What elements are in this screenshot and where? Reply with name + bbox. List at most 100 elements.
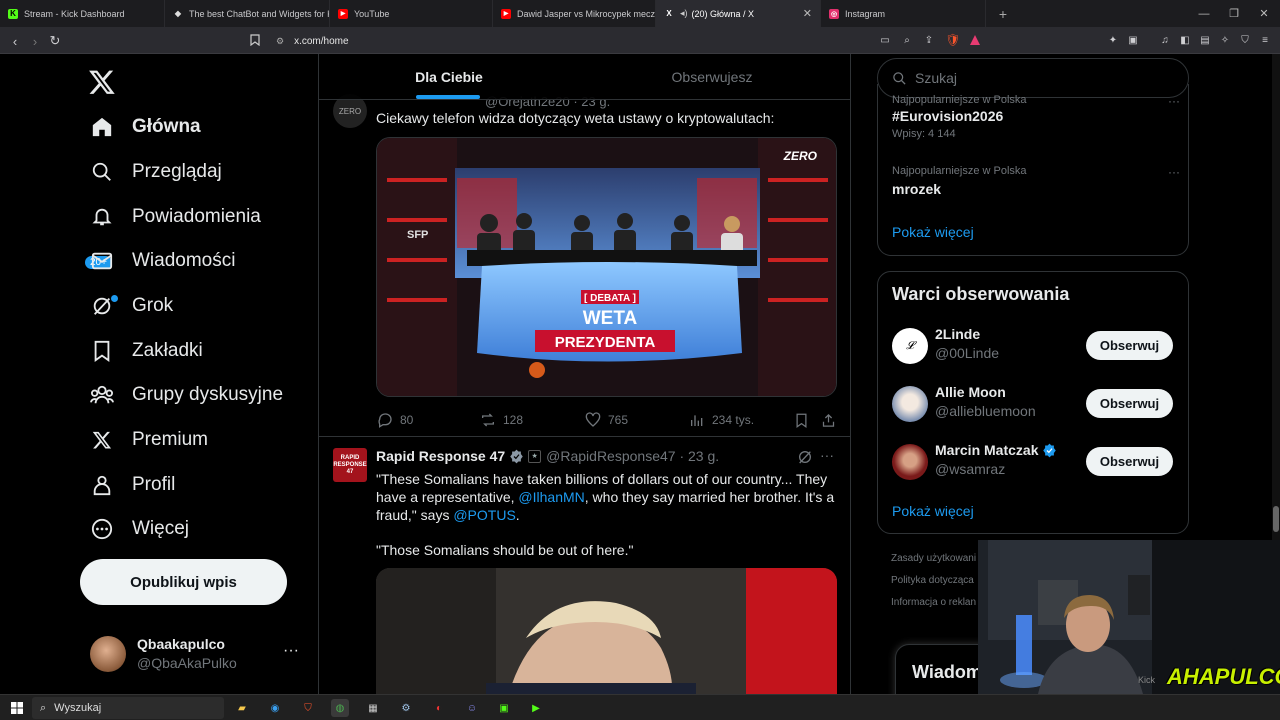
extensions-icon[interactable]: ✦: [1106, 33, 1120, 47]
chrome-icon[interactable]: ◍: [331, 699, 349, 717]
scrollbar-thumb[interactable]: [1273, 506, 1279, 532]
browser-tab[interactable]: ▶ YouTube: [330, 0, 493, 27]
menu-icon[interactable]: ≡: [1258, 33, 1272, 47]
author-handle: @RapidResponse47 · 23 g.: [546, 448, 720, 464]
restore-icon[interactable]: ❐: [1218, 0, 1250, 27]
more-icon[interactable]: ···: [820, 447, 834, 463]
tweet-media[interactable]: [ DEBATA ] WETA PREZYDENTA ZERO SFP: [376, 137, 837, 397]
brave-shield-icon[interactable]: 🛡: [945, 33, 960, 47]
nav-communities[interactable]: Grupy dyskusyjne: [90, 380, 283, 410]
instagram-icon: ◎: [829, 8, 839, 19]
browser-tab-active[interactable]: X ◂) (20) Główna / X ✕: [656, 0, 821, 27]
browser-tab[interactable]: K Stream - Kick Dashboard: [0, 0, 165, 27]
post-button[interactable]: Opublikuj wpis: [80, 559, 287, 605]
show-more-link[interactable]: Pokaż więcej: [892, 503, 974, 519]
nav-home[interactable]: Główna: [90, 112, 201, 142]
mention-link[interactable]: @POTUS: [453, 507, 515, 523]
author-name[interactable]: Rapid Response 47: [376, 448, 505, 464]
views-button[interactable]: 234 tys.: [688, 411, 754, 429]
video-still-image: [376, 568, 837, 694]
more-icon[interactable]: ···: [1168, 165, 1180, 179]
vpn-icon[interactable]: ⛉: [1238, 33, 1252, 47]
leo-ai-icon[interactable]: ✧: [1218, 33, 1232, 47]
brave-rewards-icon[interactable]: [968, 33, 982, 47]
windows-start-icon[interactable]: [8, 699, 26, 717]
tweet[interactable]: ZERO @Orejath2e20 · 23 g. Ciekawy telefo…: [319, 84, 850, 437]
grok-new-dot: [111, 295, 118, 302]
footer-link[interactable]: Polityka dotycząca: [891, 575, 974, 586]
nav-explore[interactable]: Przeglądaj: [90, 157, 222, 187]
tab-for-you[interactable]: Dla Ciebie: [319, 54, 579, 100]
discord-icon[interactable]: ☺: [463, 699, 481, 717]
browser-tab[interactable]: ◎ Instagram: [821, 0, 986, 27]
nav-notifications[interactable]: Powiadomienia: [90, 202, 261, 232]
share-button[interactable]: [819, 411, 843, 429]
trend-item[interactable]: Najpopularniejsze w Polska #Eurovision20…: [892, 94, 1180, 154]
minimize-icon[interactable]: —: [1188, 0, 1220, 27]
like-button[interactable]: 765: [584, 411, 628, 429]
kick-app-icon[interactable]: ▣: [495, 699, 513, 717]
account-switcher[interactable]: Qbaakapulco @QbaAkaPulko ···: [90, 634, 305, 674]
share-icon[interactable]: ⇪: [922, 33, 936, 47]
obs-icon[interactable]: ◐: [430, 699, 448, 717]
reload-icon[interactable]: ↻: [45, 31, 65, 51]
nav-bookmarks[interactable]: Zakładki: [90, 336, 203, 366]
x-logo-icon[interactable]: [88, 68, 118, 98]
tab-following[interactable]: Obserwujesz: [582, 54, 842, 100]
follow-suggestion[interactable]: Marcin Matczak @wsamraz Obserwuj: [878, 438, 1188, 486]
kick-studio-icon[interactable]: ▶: [527, 699, 545, 717]
new-tab-button[interactable]: +: [992, 0, 1014, 27]
footer-link[interactable]: Informacja o reklan: [891, 597, 976, 608]
suggestion-name-row: Marcin Matczak: [935, 442, 1057, 458]
timeline: Dla Ciebie Obserwujesz ZERO @Orejath2e20…: [318, 54, 851, 694]
browser-tab[interactable]: ▶ Dawid Jasper vs Mikrocypek mecz o: [493, 0, 656, 27]
nav-profile[interactable]: Profil: [90, 470, 175, 500]
avatar[interactable]: RAPID RESPONSE 47: [333, 448, 367, 482]
kick-small-text: Kick: [1138, 675, 1156, 685]
follow-button[interactable]: Obserwuj: [1086, 447, 1173, 476]
nav-premium[interactable]: Premium: [90, 425, 208, 455]
panel-title: Warci obserwowania: [892, 284, 1070, 304]
forward-icon[interactable]: ›: [25, 31, 45, 51]
sidebar-icon[interactable]: ◧: [1178, 33, 1192, 47]
views-icon: [688, 411, 706, 429]
back-icon[interactable]: ‹: [5, 31, 25, 51]
nav-messages[interactable]: Wiadomości: [90, 246, 235, 276]
browser-tab[interactable]: ◆ The best ChatBot and Widgets for Ki: [165, 0, 330, 27]
footer-link[interactable]: Zasady użytkowani: [891, 553, 976, 564]
bookmark-page-icon[interactable]: [248, 33, 262, 47]
app-icon[interactable]: ▦: [364, 699, 382, 717]
cast-icon[interactable]: ▭: [878, 33, 892, 47]
grok-icon[interactable]: [797, 449, 813, 470]
mention-link[interactable]: @IlhanMN: [518, 489, 584, 505]
tweet-media[interactable]: [376, 568, 837, 694]
repost-button[interactable]: 128: [479, 411, 523, 429]
edge-icon[interactable]: ◉: [266, 699, 284, 717]
music-icon[interactable]: ♫: [1158, 33, 1172, 47]
reply-icon: [376, 411, 394, 429]
file-explorer-icon[interactable]: ▰: [233, 699, 251, 717]
tweet-text: "These Somalians have taken billions of …: [376, 471, 835, 523]
tweet[interactable]: RAPID RESPONSE 47 Rapid Response 47 ★ @R…: [319, 437, 850, 694]
zoom-icon[interactable]: ⌕: [900, 33, 914, 47]
more-icon[interactable]: ···: [1168, 94, 1180, 108]
wallet-icon[interactable]: ▣: [1126, 33, 1140, 47]
taskbar-search[interactable]: ⌕ Wyszukaj: [32, 697, 224, 719]
steam-icon[interactable]: ⚙: [397, 699, 415, 717]
close-icon[interactable]: ✕: [803, 7, 812, 20]
repost-icon: [479, 411, 497, 429]
brave-icon[interactable]: ⛉: [299, 699, 317, 717]
wallet-2-icon[interactable]: ▤: [1198, 33, 1212, 47]
follow-button[interactable]: Obserwuj: [1086, 389, 1173, 418]
show-more-link[interactable]: Pokaż więcej: [892, 224, 974, 240]
reply-button[interactable]: 80: [376, 411, 413, 429]
site-info-icon[interactable]: ⚙: [276, 36, 284, 47]
follow-suggestion[interactable]: Allie Moon @alliebluemoon Obserwuj: [878, 380, 1188, 428]
follow-suggestion[interactable]: 𝓛 2Linde @00Linde Obserwuj: [878, 322, 1188, 370]
close-window-icon[interactable]: ✕: [1248, 0, 1280, 27]
nav-more[interactable]: Więcej: [90, 514, 189, 544]
trend-item[interactable]: Najpopularniejsze w Polska mrozek ···: [892, 165, 1180, 205]
bookmark-button[interactable]: [792, 411, 816, 429]
nav-grok[interactable]: Grok: [90, 291, 173, 321]
follow-button[interactable]: Obserwuj: [1086, 331, 1173, 360]
